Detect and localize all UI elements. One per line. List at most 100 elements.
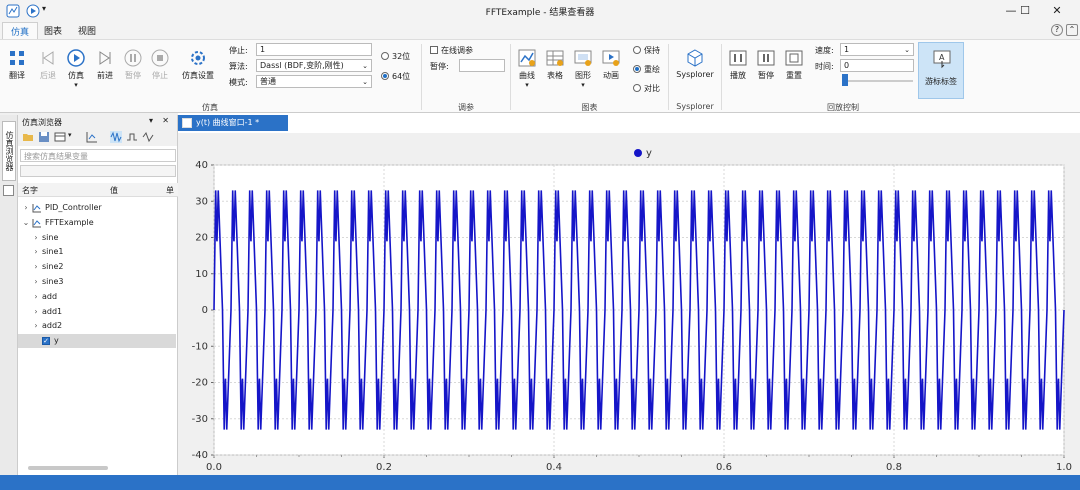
tree-item-label: y: [54, 336, 59, 346]
online-tune-checkbox[interactable]: 在线调参: [430, 45, 473, 56]
tree-item-sine1[interactable]: › sine1: [18, 245, 176, 259]
cursor-label-icon: A: [933, 50, 951, 69]
tree-item-add[interactable]: › add: [18, 290, 176, 304]
folder-open-icon[interactable]: [22, 131, 34, 143]
tree-item-add1[interactable]: › add1: [18, 305, 176, 319]
chevron-right-icon[interactable]: ›: [32, 260, 40, 274]
wave-alt-icon[interactable]: [142, 131, 154, 143]
line-chart[interactable]: 40 30 20 10 0 -10 -20 -30 -400.0 0.2 0.4 0.6 0.8 1.0 y: [178, 133, 1080, 475]
variable-search-input[interactable]: 搜索仿真结果变量: [20, 149, 176, 162]
compile-button[interactable]: 翻译: [5, 48, 29, 81]
graph-dropdown-icon[interactable]: ▾: [572, 81, 594, 89]
stop-icon: [151, 49, 169, 67]
graph-button[interactable]: 图形 ▾: [572, 48, 594, 89]
column-value[interactable]: 值: [110, 185, 118, 196]
plot-tab[interactable]: y(t) 曲线窗口-1 *: [178, 115, 288, 131]
curve-button[interactable]: 曲线 ▾: [516, 48, 538, 89]
side-tab-sim-browser[interactable]: 仿真浏览器: [2, 121, 16, 181]
help-icon[interactable]: ?: [1051, 24, 1063, 36]
column-name[interactable]: 名字: [22, 185, 38, 196]
radio-overlay[interactable]: 重绘: [633, 64, 660, 75]
chevron-right-icon[interactable]: ›: [32, 231, 40, 245]
radio-overlay-indicator: [633, 65, 641, 73]
forward-button[interactable]: 前进: [93, 48, 117, 81]
sysplorer-button[interactable]: Sysplorer: [674, 48, 716, 79]
radio-64bit-label: 64位: [392, 72, 411, 81]
chevron-right-icon[interactable]: ›: [22, 201, 30, 215]
column-unit[interactable]: 单: [166, 185, 174, 196]
chevron-down-icon[interactable]: ⌄: [22, 216, 30, 230]
curve-dropdown-icon[interactable]: ▾: [516, 81, 538, 89]
close-button[interactable]: ✕: [1034, 0, 1080, 22]
chevron-right-icon[interactable]: ›: [32, 245, 40, 259]
wave-step-icon[interactable]: [126, 131, 138, 143]
forward-label: 前进: [97, 71, 113, 80]
chevron-right-icon[interactable]: ›: [32, 319, 40, 333]
stop-sim-button[interactable]: 停止: [148, 48, 172, 81]
simulate-dropdown-icon[interactable]: ▾: [64, 81, 88, 89]
simulate-button[interactable]: 仿真 ▾: [64, 48, 88, 89]
pause-play-button[interactable]: 暂停: [755, 48, 777, 81]
stop-time-input[interactable]: 1: [256, 43, 372, 56]
model-icon: [32, 204, 41, 213]
play-button[interactable]: 播放: [727, 48, 749, 81]
pause-play-label: 暂停: [758, 71, 774, 80]
legend-label: y: [646, 148, 652, 159]
chevron-right-icon[interactable]: ›: [32, 305, 40, 319]
reset-label: 重置: [786, 71, 802, 80]
mode-select[interactable]: 普通 ⌄: [256, 75, 372, 88]
sim-settings-button[interactable]: 仿真设置: [178, 48, 218, 81]
tab-view[interactable]: 视图: [70, 22, 104, 39]
reset-button[interactable]: 重置: [783, 48, 805, 81]
tree-item-pid-controller[interactable]: › PID_Controller: [18, 201, 176, 215]
tree-item-label: PID_Controller: [45, 203, 102, 212]
cursor-label-button[interactable]: A 游标标签: [918, 42, 964, 99]
algorithm-select[interactable]: Dassl (BDF,变阶,刚性) ⌄: [256, 59, 372, 72]
speed-select[interactable]: 1 ⌄: [840, 43, 914, 56]
animation-button[interactable]: 动画: [600, 48, 622, 81]
tune-pause-input[interactable]: [459, 59, 505, 72]
save-icon[interactable]: [38, 131, 50, 143]
time-slider-handle[interactable]: [842, 74, 848, 86]
time-input[interactable]: 0: [840, 59, 914, 72]
tree-item-add2[interactable]: › add2: [18, 319, 176, 333]
y-tick-label: -30: [192, 414, 208, 425]
tree-item-sine[interactable]: › sine: [18, 231, 176, 245]
panel-menu-icon[interactable]: ▾: [149, 116, 153, 125]
pause-sim-label: 暂停: [125, 71, 141, 80]
wave-select-icon[interactable]: [110, 131, 122, 143]
columns-dropdown-icon[interactable]: ▾: [68, 131, 72, 139]
tree-column-header: 名字 值 单: [18, 183, 178, 197]
side-tab-icon[interactable]: [3, 185, 14, 196]
back-button[interactable]: 后退: [36, 48, 60, 81]
tree-item-sine2[interactable]: › sine2: [18, 260, 176, 274]
tree-item-fftexample[interactable]: ⌄ FFTExample: [18, 216, 176, 230]
time-slider-track[interactable]: [843, 80, 913, 82]
tab-simulation[interactable]: 仿真: [2, 22, 39, 39]
tree-item-sine3[interactable]: › sine3: [18, 275, 176, 289]
variable-checkbox[interactable]: ✓: [42, 337, 50, 346]
plot-tab-label: y(t) 曲线窗口-1 *: [196, 118, 260, 127]
x-tick-label: 0.4: [546, 462, 562, 473]
horizontal-scrollbar[interactable]: [28, 466, 108, 470]
radio-compare[interactable]: 对比: [633, 83, 660, 94]
tab-chart[interactable]: 图表: [36, 22, 70, 39]
tree-item-y[interactable]: ✓ y: [18, 334, 176, 349]
table-icon: [546, 50, 564, 66]
compile-label: 翻译: [9, 71, 25, 80]
y-tick-label: 10: [195, 269, 208, 280]
radio-32bit[interactable]: 32位: [381, 51, 410, 62]
panel-close-icon[interactable]: ✕: [162, 116, 169, 125]
table-label: 表格: [547, 71, 563, 80]
chevron-right-icon[interactable]: ›: [32, 275, 40, 289]
table-button[interactable]: 表格: [544, 48, 566, 81]
chevron-right-icon[interactable]: ›: [32, 290, 40, 304]
columns-icon[interactable]: [54, 131, 66, 143]
filter-field[interactable]: [20, 165, 176, 177]
pause-sim-button[interactable]: 暂停: [121, 48, 145, 81]
radio-keep[interactable]: 保持: [633, 45, 660, 56]
plot-icon[interactable]: [86, 131, 98, 143]
y-tick-label: -40: [192, 450, 208, 461]
ribbon-collapse-icon[interactable]: ⌃: [1066, 24, 1078, 36]
radio-64bit[interactable]: 64位: [381, 71, 410, 82]
